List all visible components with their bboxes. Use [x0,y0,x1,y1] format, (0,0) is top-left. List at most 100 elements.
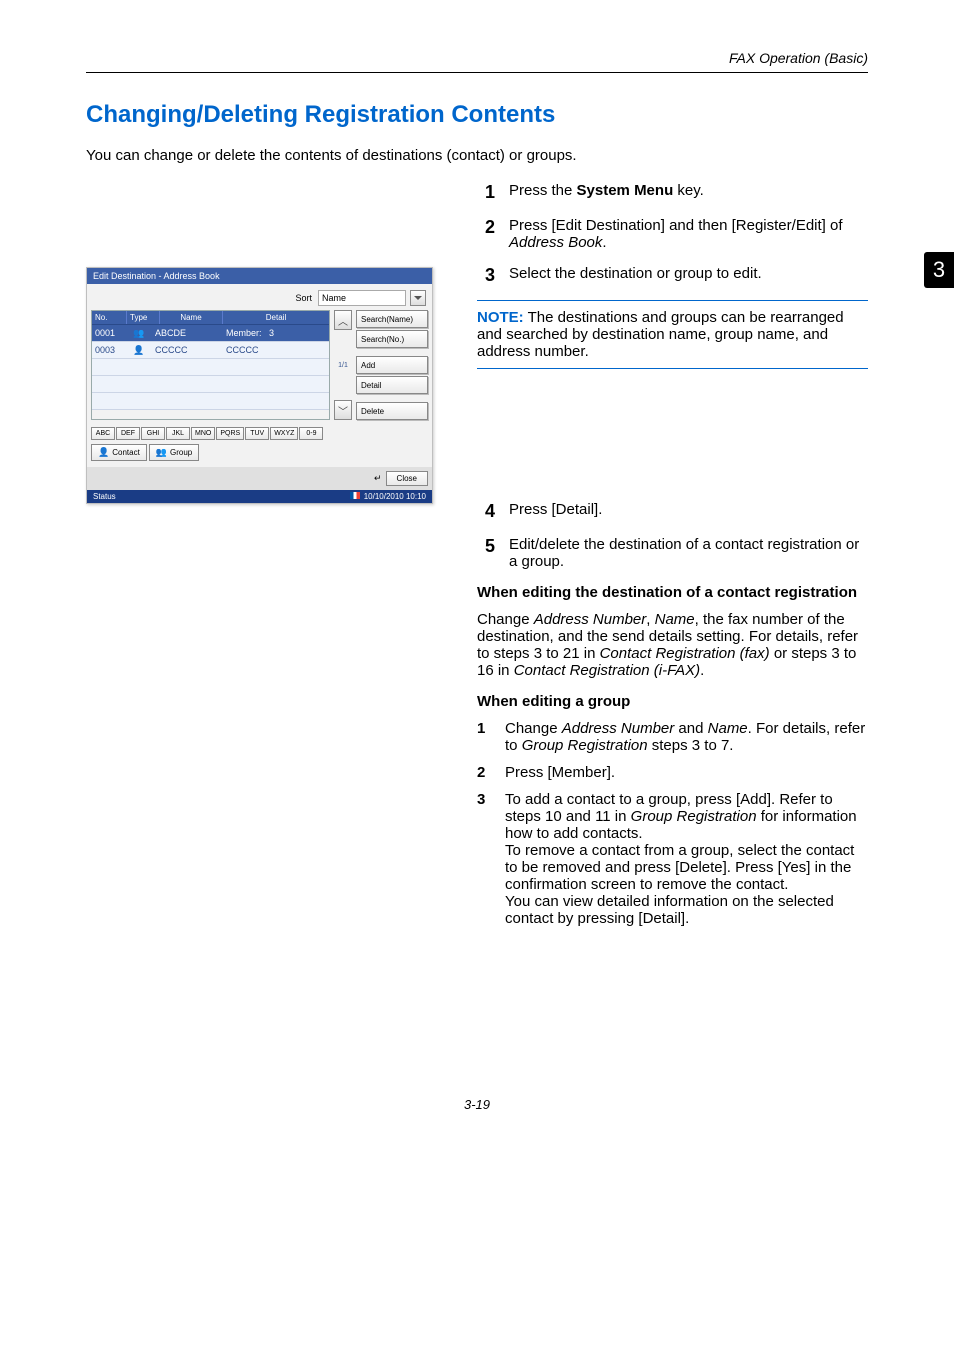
chapter-tab: 3 [924,252,954,288]
delete-button[interactable]: Delete [356,402,428,420]
window-title: Edit Destination - Address Book [87,268,432,284]
search-name-button[interactable]: Search(Name) [356,310,428,328]
group-icon: 👥 [156,447,167,458]
substep-2: 2 Press [Member]. [477,764,868,781]
step-3: 3 Select the destination or group to edi… [477,265,868,286]
alpha-jkl[interactable]: JKL [166,427,190,440]
status-datetime: 10/10/2010 10:10 [364,492,426,501]
text-italic: Name [708,720,748,737]
substep-number: 2 [477,764,491,781]
cell-no: 0001 [92,328,126,338]
text: Press [Detail]. [509,501,868,522]
status-label[interactable]: Status [93,492,116,501]
col-type[interactable]: Type [127,311,160,324]
member-label: Member: [226,328,262,338]
alpha-09[interactable]: 0-9 [299,427,323,440]
alpha-pqrs[interactable]: PQRS [216,427,244,440]
text: Change [477,611,534,628]
cell-no: 0003 [92,345,126,355]
table-row-empty [92,359,329,376]
sort-dropdown-icon[interactable] [410,290,426,306]
step-4: 4 Press [Detail]. [477,501,868,522]
scroll-up-button[interactable]: ︿ [334,310,352,330]
note-text: The destinations and groups can be rearr… [477,309,844,360]
text: . [700,662,704,679]
text-italic: Contact Registration (i-FAX) [514,662,700,679]
sort-label: Sort [295,293,312,303]
note-label: NOTE: [477,309,524,326]
step-2: 2 Press [Edit Destination] and then [Reg… [477,217,868,251]
running-header: FAX Operation (Basic) [86,50,868,66]
col-no[interactable]: No. [92,311,127,324]
alpha-tuv[interactable]: TUV [245,427,269,440]
col-name: Name [160,311,223,324]
text: Press the [509,182,577,199]
text: . [602,234,606,251]
step-1: 1 Press the System Menu key. [477,182,868,203]
tab-label: Contact [112,448,140,457]
text: steps 3 to 7. [648,737,734,754]
step-5: 5 Edit/delete the destination of a conta… [477,536,868,570]
text: Change [505,720,562,737]
section-title: Changing/Deleting Registration Contents [86,101,868,129]
cell-name: CCCCC [152,345,223,355]
col-detail: Detail [223,311,329,324]
alpha-abc[interactable]: ABC [91,427,115,440]
text: key. [673,182,704,199]
header-rule [86,72,868,73]
text-italic: Group Registration [522,737,648,754]
text: You can view detailed information on the… [505,893,834,927]
cell-detail: CCCCC [223,345,329,355]
text: Select the destination or group to edit. [509,265,868,286]
enter-icon: ↵ [374,473,382,484]
table-row-empty [92,393,329,410]
text: , [646,611,654,628]
subheading-group: When editing a group [477,693,868,710]
address-table: No. Type Name Detail 0001 👥 ABCDE Member… [91,310,330,420]
scroll-down-button[interactable]: ﹀ [334,400,352,420]
text: Edit/delete the destination of a contact… [509,536,868,570]
side-buttons: Search(Name) Search(No.) Add Detail Dele… [356,310,428,420]
step-number: 2 [477,217,495,251]
text: Press [Member]. [505,764,868,781]
screenshot-column: Edit Destination - Address Book Sort Nam… [86,182,449,937]
search-no-button[interactable]: Search(No.) [356,330,428,348]
cell-detail: Member: 3 [223,328,329,338]
address-book-screenshot: Edit Destination - Address Book Sort Nam… [86,267,433,504]
paragraph: Change Address Number, Name, the fax num… [477,611,868,679]
tab-group[interactable]: 👥Group [149,444,199,461]
contact-icon: 👤 [98,447,109,458]
step-number: 5 [477,536,495,570]
alpha-wxyz[interactable]: WXYZ [270,427,298,440]
add-button[interactable]: Add [356,356,428,374]
page-footer: 3-19 [86,1097,868,1112]
contact-icon: 👤 [126,345,152,356]
instructions-column: 1 Press the System Menu key. 2 Press [Ed… [477,182,868,937]
table-row[interactable]: 0001 👥 ABCDE Member: 3 [92,325,329,342]
intro-text: You can change or delete the contents of… [86,147,868,164]
alpha-def[interactable]: DEF [116,427,140,440]
table-row[interactable]: 0003 👤 CCCCC CCCCC [92,342,329,359]
text-italic: Group Registration [631,808,757,825]
close-button[interactable]: Close [386,471,428,486]
alpha-ghi[interactable]: GHI [141,427,165,440]
step-number: 4 [477,501,495,522]
substep-number: 1 [477,720,491,754]
substep-1: 1 Change Address Number and Name. For de… [477,720,868,754]
table-header: No. Type Name Detail [92,311,329,325]
detail-button[interactable]: Detail [356,376,428,394]
scroll-column: ︿ 1/1 ﹀ [334,310,352,420]
page-count: 1/1 [334,352,352,379]
tab-contact[interactable]: 👤Contact [91,444,147,461]
key-name: System Menu [577,182,674,199]
step-number: 3 [477,265,495,286]
text: Press [Edit Destination] and then [Regis… [509,217,843,234]
substep-3: 3 To add a contact to a group, press [Ad… [477,791,868,927]
table-row-empty [92,376,329,393]
alpha-mno[interactable]: MNO [191,427,215,440]
note-box: NOTE: The destinations and groups can be… [477,300,868,369]
flag-icon [350,492,360,499]
member-count: 3 [269,328,274,338]
sort-name-field[interactable]: Name [318,290,406,306]
text-italic: Address Book [509,234,602,251]
